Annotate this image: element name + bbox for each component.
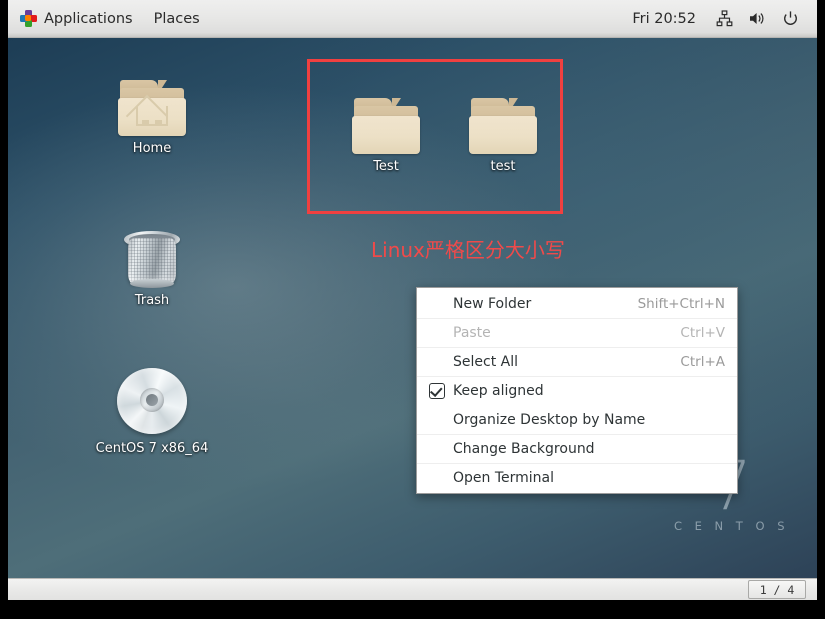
desktop-screen: Applications Places Fri 20:52 C E N T O … — [8, 0, 817, 600]
menu-item-label: Open Terminal — [453, 470, 555, 486]
menu-item-label: Paste — [453, 325, 491, 341]
desktop-icon-label: Test — [373, 159, 399, 174]
bottom-panel: 1 / 4 — [8, 578, 817, 600]
menu-item-open-terminal[interactable]: Open Terminal — [417, 463, 737, 492]
menu-item-label: Change Background — [453, 441, 595, 457]
desktop-icon-centos-disc[interactable]: CentOS 7 x86_64 — [92, 358, 212, 456]
folder-icon — [338, 76, 434, 154]
menu-item-label: New Folder — [453, 295, 532, 312]
cd-disc-icon — [92, 358, 212, 436]
desktop-area[interactable]: 7 C E N T O S Home Trash — [8, 38, 817, 578]
menu-item-accel: Shift+Ctrl+N — [637, 295, 725, 312]
menu-item-label: Keep aligned — [453, 383, 544, 399]
clock[interactable]: Fri 20:52 — [622, 8, 706, 30]
desktop-icon-label: test — [490, 159, 516, 174]
applications-menu-label: Applications — [44, 10, 133, 27]
places-menu-button[interactable]: Places — [145, 6, 209, 32]
top-panel-status-area: Fri 20:52 — [622, 6, 817, 32]
top-panel: Applications Places Fri 20:52 — [8, 0, 817, 38]
menu-item-new-folder[interactable]: New Folder Shift+Ctrl+N — [417, 289, 737, 318]
menu-item-change-background[interactable]: Change Background — [417, 434, 737, 463]
menu-item-organize-desktop-by-name[interactable]: Organize Desktop by Name — [417, 405, 737, 434]
desktop-icon-label: Home — [132, 141, 172, 156]
power-icon[interactable] — [775, 6, 805, 32]
desktop-icon-test-lower[interactable]: test — [455, 76, 551, 174]
watermark-brand: C E N T O S — [673, 519, 789, 533]
applications-menu-button[interactable]: Applications — [11, 6, 142, 32]
desktop-icon-label: CentOS 7 x86_64 — [95, 441, 209, 456]
desktop-context-menu[interactable]: New Folder Shift+Ctrl+N Paste Ctrl+V Sel… — [416, 287, 738, 494]
desktop-icon-label: Trash — [134, 293, 170, 308]
menu-item-accel: Ctrl+V — [680, 325, 725, 341]
menu-item-label: Select All — [453, 354, 518, 370]
workspace-switcher[interactable]: 1 / 4 — [748, 580, 806, 599]
applications-icon — [20, 10, 37, 27]
network-icon[interactable] — [709, 6, 739, 32]
menu-item-accel: Ctrl+A — [680, 354, 725, 370]
home-folder-icon — [104, 58, 200, 138]
desktop-icon-trash[interactable]: Trash — [104, 210, 200, 308]
folder-icon — [455, 76, 551, 154]
menu-item-keep-aligned[interactable]: Keep aligned — [417, 376, 737, 405]
keep-aligned-checkbox[interactable] — [429, 383, 445, 399]
annotation-text: Linux严格区分大小写 — [371, 238, 565, 262]
places-menu-label: Places — [153, 10, 200, 27]
desktop-icon-test-upper[interactable]: Test — [338, 76, 434, 174]
trash-icon — [104, 210, 200, 288]
volume-icon[interactable] — [742, 6, 772, 32]
menu-item-paste: Paste Ctrl+V — [417, 318, 737, 347]
desktop-icon-home[interactable]: Home — [104, 58, 200, 156]
menu-item-select-all[interactable]: Select All Ctrl+A — [417, 347, 737, 376]
menu-item-label: Organize Desktop by Name — [453, 411, 646, 428]
